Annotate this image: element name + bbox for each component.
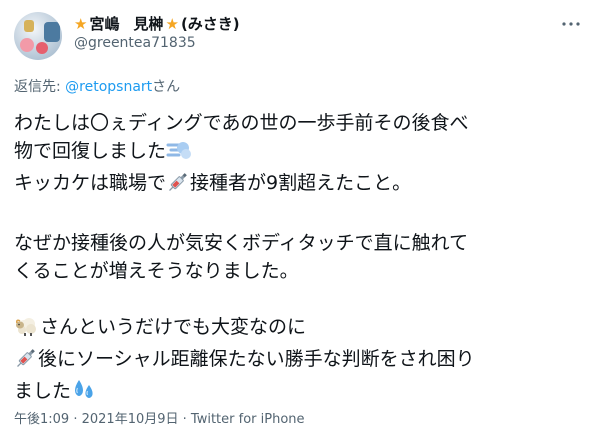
tweet-line: さんというだけでも大変なのに: [14, 313, 579, 345]
avatar-detail: [24, 20, 34, 32]
reply-mention-link[interactable]: @retopsnart: [65, 79, 152, 95]
syringe-icon: [14, 347, 38, 377]
display-name[interactable]: ★ 宮嶋 見榊 ★ (みさき): [74, 15, 240, 33]
tweet-line: 物で回復しました: [14, 137, 579, 169]
tweet-date[interactable]: 2021年10月9日: [82, 412, 179, 427]
avatar-detail: [36, 42, 48, 54]
display-name-part: (みさき): [180, 15, 240, 33]
tweet-line: くることが増えそうなりました。: [14, 260, 299, 282]
user-handle[interactable]: @greentea71835: [74, 35, 196, 51]
reply-to-line: 返信先: @retopsnartさん: [14, 76, 180, 96]
tweet-line: 後にソーシャル距離保たない勝手な判断をされ困り: [14, 345, 579, 377]
tweet-line: キッカケは職場で 接種者が9割超えたこと。: [14, 169, 579, 201]
tweet-line-text: キッカケは職場で: [14, 172, 167, 194]
tweet-line: ました: [14, 377, 579, 409]
reply-suffix: さん: [152, 79, 181, 95]
tweet-line-text: ました: [14, 380, 72, 402]
tweet-line-text: 物で回復しました: [14, 140, 167, 162]
display-name-part: 宮嶋: [89, 15, 120, 33]
sweat-droplets-icon: [71, 377, 97, 409]
meta-separator: ·: [69, 412, 82, 427]
tweet-time[interactable]: 午後1:09: [14, 412, 69, 427]
tweet-text: わたしは〇ぇディングであの世の一歩手前その後食べ 物で回復しました キッカケは職…: [14, 109, 579, 409]
tweet-source[interactable]: Twitter for iPhone: [191, 412, 305, 427]
tweet-line-text: 後にソーシャル距離保たない勝手な判断をされ困り: [38, 348, 475, 370]
meta-separator: ·: [178, 412, 191, 427]
tweet-line: わたしは〇ぇディングであの世の一歩手前その後食べ: [14, 112, 469, 134]
sheep-icon: [14, 315, 40, 345]
reply-prefix: 返信先:: [14, 79, 66, 95]
avatar-detail: [44, 22, 60, 42]
avatar[interactable]: [14, 12, 62, 60]
dash-icon: [166, 139, 192, 169]
display-name-part: 見榊: [133, 15, 164, 33]
tweet-line: なぜか接種後の人が気安くボディタッチで直に触れて: [14, 232, 469, 254]
more-icon[interactable]: [561, 14, 581, 34]
tweet-meta: 午後1:09 · 2021年10月9日 · Twitter for iPhone: [14, 408, 305, 427]
avatar-detail: [20, 38, 34, 52]
tweet-line-text: 接種者が9割超えたこと。: [190, 172, 412, 194]
tweet-line-text: さんというだけでも大変なのに: [40, 316, 307, 338]
star-icon: ★: [74, 15, 88, 33]
more-dots: [562, 22, 580, 26]
star-icon: ★: [165, 15, 179, 33]
syringe-icon: [166, 171, 190, 201]
